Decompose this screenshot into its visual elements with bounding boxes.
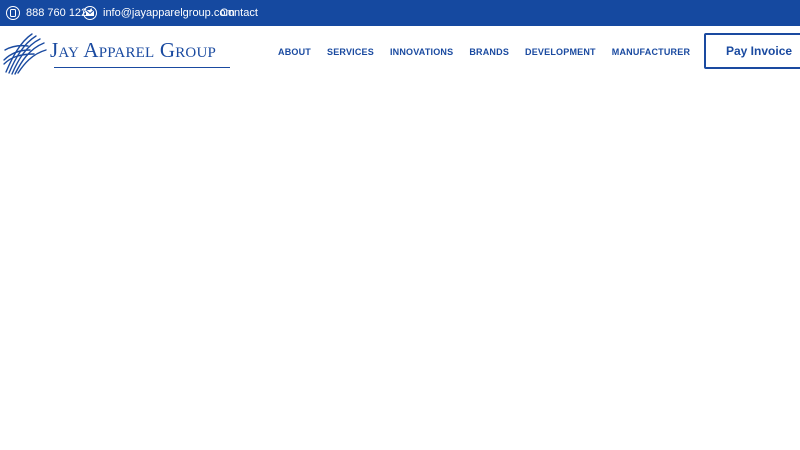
nav-development[interactable]: DEVELOPMENT (525, 47, 596, 57)
nav-brands[interactable]: BRANDS (469, 47, 509, 57)
email-link[interactable]: info@jayapparelgroup.com (83, 0, 235, 26)
logo-wordmark: Jay Apparel Group (50, 38, 217, 62)
nav-services[interactable]: SERVICES (327, 47, 374, 57)
page-content (0, 78, 800, 450)
phone-link[interactable]: 888 760 1224 (6, 0, 93, 26)
logo-underline (54, 67, 230, 68)
top-contact-bar: 888 760 1224 info@jayapparelgroup.com Co… (0, 0, 800, 26)
site-header: Jay Apparel Group ABOUT SERVICES INNOVAT… (0, 26, 800, 78)
email-address: info@jayapparelgroup.com (103, 7, 235, 19)
wave-lines-logo-icon (3, 33, 47, 75)
site-logo[interactable]: Jay Apparel Group (2, 30, 234, 76)
pay-invoice-button[interactable]: Pay Invoice (704, 33, 800, 69)
envelope-icon (83, 6, 97, 20)
nav-innovations[interactable]: INNOVATIONS (390, 47, 453, 57)
phone-icon (6, 6, 20, 20)
contact-link[interactable]: Contact (220, 0, 258, 26)
nav-about[interactable]: ABOUT (278, 47, 311, 57)
main-nav: ABOUT SERVICES INNOVATIONS BRANDS DEVELO… (278, 26, 706, 78)
nav-manufacturer[interactable]: MANUFACTURER (612, 47, 690, 57)
